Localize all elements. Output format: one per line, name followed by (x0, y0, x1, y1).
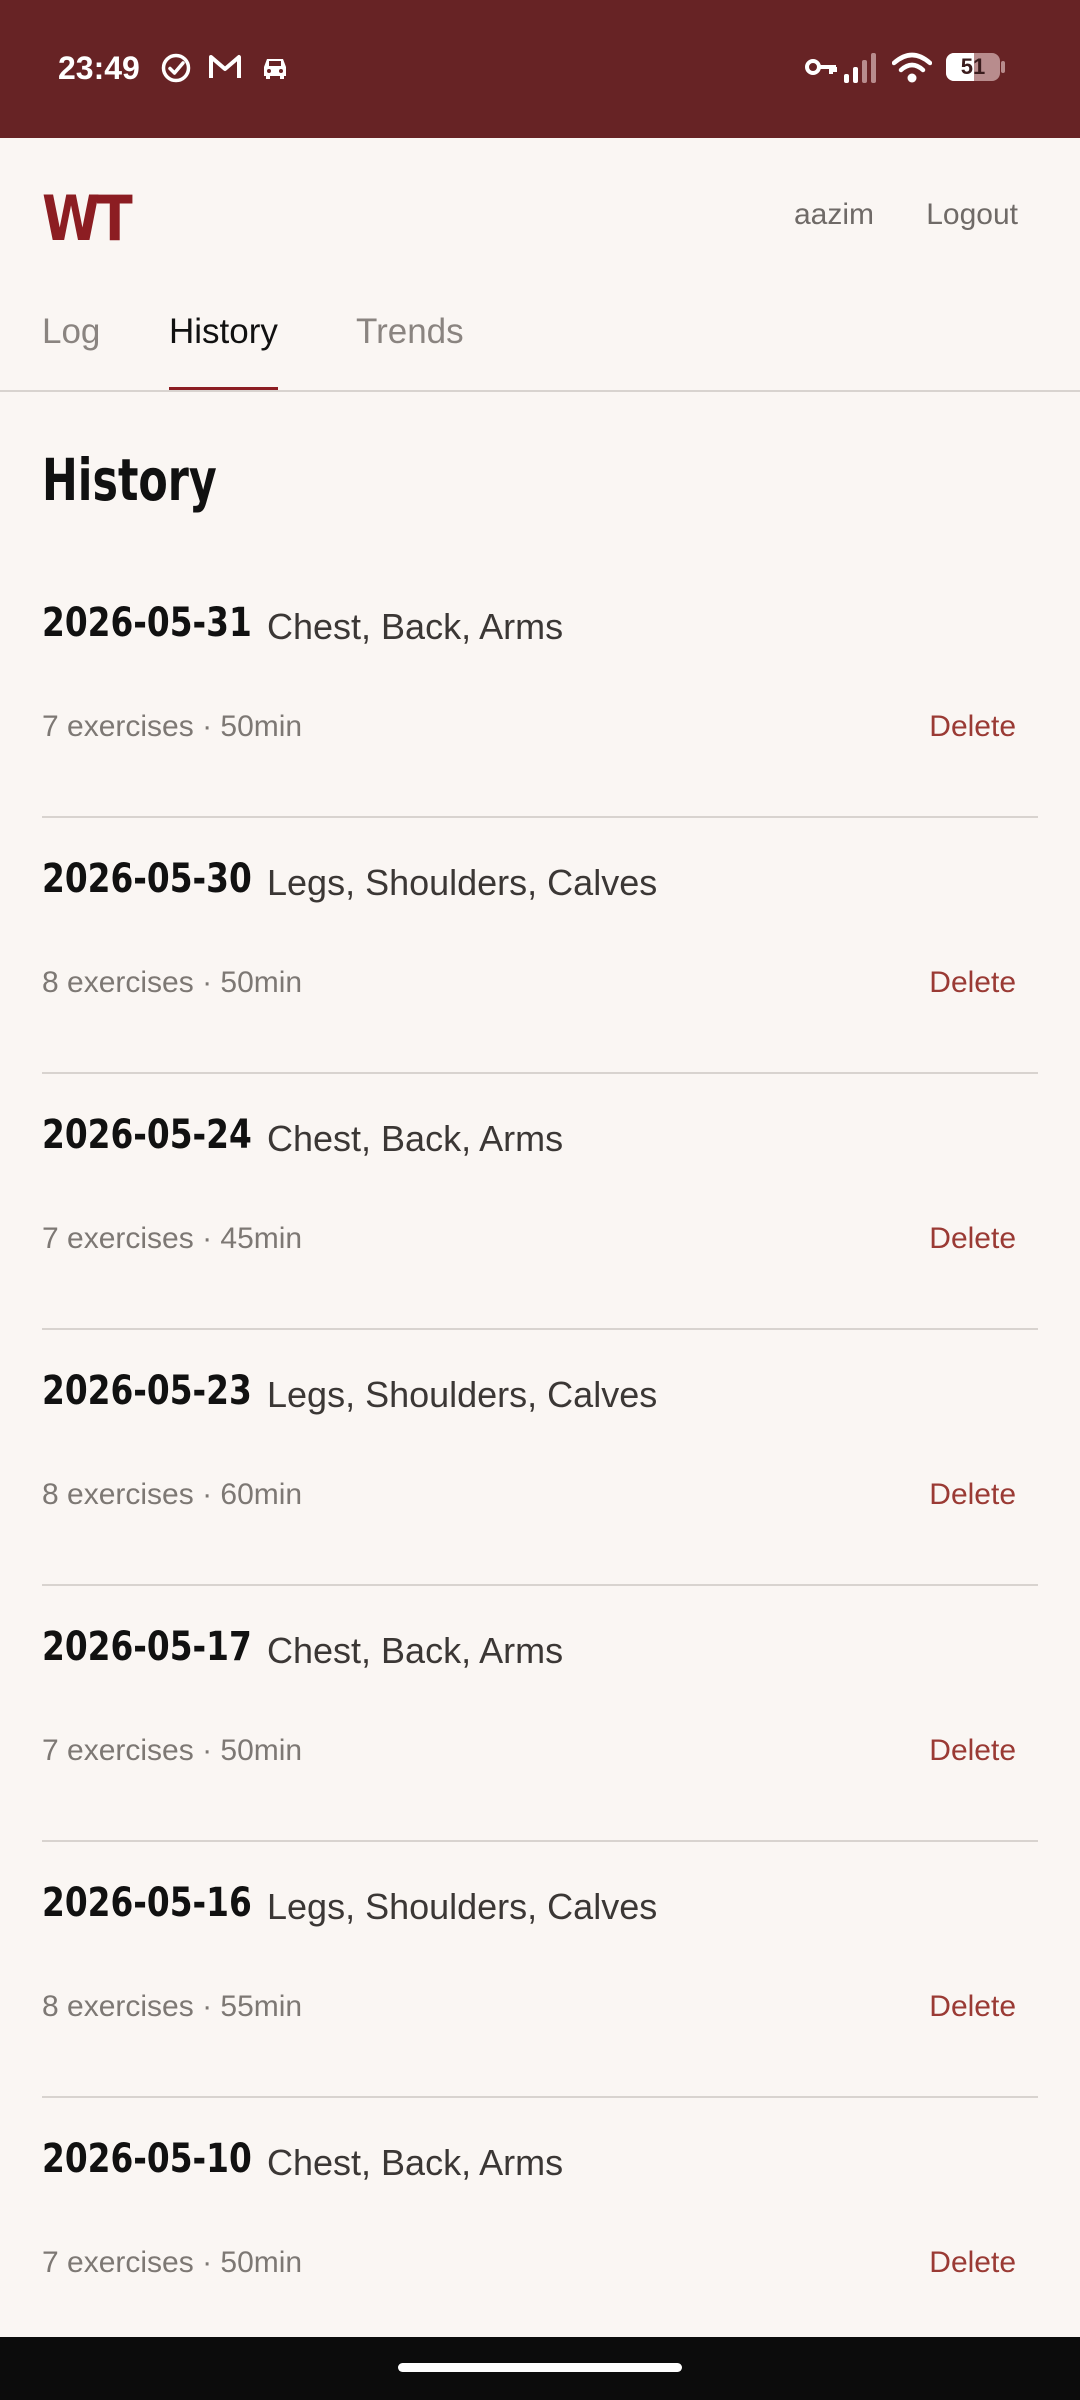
session-row[interactable]: 2026-05-17 Chest, Back, Arms 7 exercises… (42, 1586, 1038, 1842)
page-title: History (42, 446, 217, 514)
session-date: 2026-05-23 (42, 1368, 252, 1414)
delete-button[interactable]: Delete (929, 710, 1016, 744)
vpn-key-icon (805, 59, 837, 75)
gmail-icon (209, 55, 241, 78)
username-label: aazim (793, 198, 874, 231)
system-navigation-bar (0, 2337, 1080, 2400)
wifi-icon (892, 52, 932, 83)
status-bar: 23:49 51 (0, 0, 1080, 138)
session-list: 2026-05-31 Chest, Back, Arms 7 exercises… (42, 562, 1038, 2354)
battery-icon: 51 (946, 53, 1005, 81)
logout-button[interactable]: Logout (926, 198, 1018, 232)
session-row[interactable]: 2026-05-23 Legs, Shoulders, Calves 8 exe… (42, 1330, 1038, 1586)
session-row[interactable]: 2026-05-16 Legs, Shoulders, Calves 8 exe… (42, 1842, 1038, 2098)
session-muscle-groups: Chest, Back, Arms (267, 2142, 564, 2183)
home-gesture-handle[interactable] (398, 2363, 682, 2372)
session-row[interactable]: 2026-05-24 Chest, Back, Arms 7 exercises… (42, 1074, 1038, 1330)
session-summary: 8 exercises · 50min (42, 966, 303, 999)
session-muscle-groups: Legs, Shoulders, Calves (267, 1374, 658, 1415)
app-header: WT aazim Logout Log History Trends (0, 138, 1080, 392)
delete-button[interactable]: Delete (929, 1478, 1016, 1512)
session-muscle-groups: Chest, Back, Arms (267, 606, 564, 647)
car-icon (264, 59, 286, 79)
session-date: 2026-05-10 (42, 2136, 252, 2182)
app-logo[interactable]: WT (42, 182, 133, 255)
session-muscle-groups: Legs, Shoulders, Calves (267, 1886, 658, 1927)
delete-button[interactable]: Delete (929, 966, 1016, 1000)
session-date: 2026-05-31 (42, 600, 252, 646)
session-summary: 7 exercises · 45min (42, 1222, 303, 1255)
tab-label: History (169, 312, 278, 351)
tab-history[interactable]: History (169, 312, 278, 392)
session-row[interactable]: 2026-05-31 Chest, Back, Arms 7 exercises… (42, 562, 1038, 818)
delete-button[interactable]: Delete (929, 1734, 1016, 1768)
session-muscle-groups: Chest, Back, Arms (267, 1630, 564, 1671)
session-summary: 7 exercises · 50min (42, 1734, 303, 1767)
tab-label: Log (42, 312, 101, 351)
session-summary: 8 exercises · 60min (42, 1478, 303, 1511)
tab-divider (0, 390, 1080, 392)
signal-icon (844, 53, 876, 83)
tab-bar: Log History Trends (0, 312, 1080, 392)
session-date: 2026-05-24 (42, 1112, 252, 1158)
battery-level: 51 (960, 54, 986, 79)
tab-label: Trends (356, 312, 464, 351)
delete-button[interactable]: Delete (929, 1222, 1016, 1256)
session-date: 2026-05-16 (42, 1880, 252, 1926)
session-row[interactable]: 2026-05-30 Legs, Shoulders, Calves 8 exe… (42, 818, 1038, 1074)
session-row[interactable]: 2026-05-10 Chest, Back, Arms 7 exercises… (42, 2098, 1038, 2354)
check-circle-icon (161, 53, 191, 83)
status-time: 23:49 (58, 50, 140, 86)
session-summary: 7 exercises · 50min (42, 710, 303, 743)
tab-trends[interactable]: Trends (356, 312, 464, 392)
session-date: 2026-05-17 (42, 1624, 252, 1670)
session-summary: 8 exercises · 55min (42, 1990, 303, 2023)
session-date: 2026-05-30 (42, 856, 252, 902)
session-muscle-groups: Legs, Shoulders, Calves (267, 862, 658, 903)
tab-log[interactable]: Log (42, 312, 100, 392)
session-summary: 7 exercises · 50min (42, 2246, 303, 2279)
delete-button[interactable]: Delete (929, 1990, 1016, 2024)
session-muscle-groups: Chest, Back, Arms (267, 1118, 564, 1159)
delete-button[interactable]: Delete (929, 2246, 1016, 2280)
